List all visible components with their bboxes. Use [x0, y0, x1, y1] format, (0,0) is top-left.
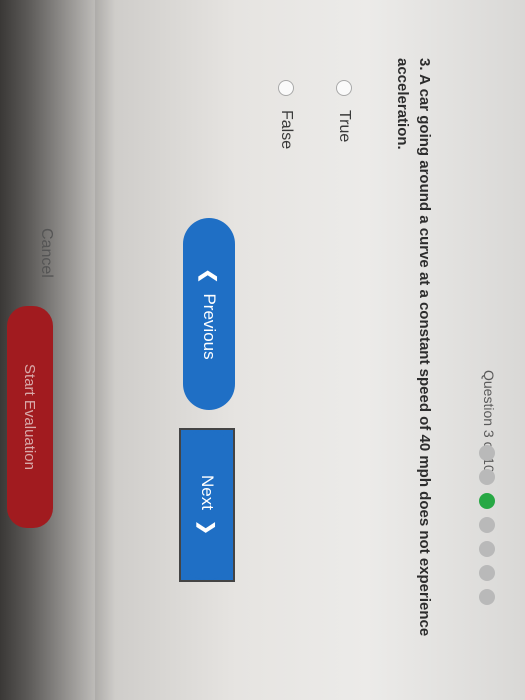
next-label: Next — [198, 474, 217, 510]
progress-dot — [479, 517, 495, 533]
option-true[interactable]: True — [335, 80, 353, 142]
quiz-header: Question 3 of 10 — [455, 0, 525, 700]
progress-dot — [479, 565, 495, 581]
photo-stage: Question 3 of 10 3. A car going around a… — [0, 0, 525, 700]
chevron-left-icon: ❮ — [199, 268, 220, 284]
progress-dot — [479, 445, 495, 461]
radio-button[interactable] — [336, 80, 352, 96]
option-label: False — [278, 110, 295, 150]
next-button-inner[interactable]: Next ❯ — [181, 430, 233, 580]
option-false[interactable]: False — [277, 80, 295, 149]
question-text: 3. A car going around a curve at a const… — [394, 58, 433, 637]
chevron-right-icon: ❯ — [197, 519, 218, 536]
progress-dot-current — [479, 493, 495, 509]
next-button[interactable]: Next ❯ — [180, 424, 234, 586]
radio-button[interactable] — [278, 80, 294, 96]
previous-label: Previous — [200, 293, 219, 360]
option-label: True — [336, 110, 353, 143]
progress-dot — [479, 541, 495, 557]
cancel-button[interactable]: Cancel — [37, 228, 55, 278]
progress-dot — [479, 589, 495, 605]
progress-dot — [479, 469, 495, 485]
quiz-screen: Question 3 of 10 3. A car going around a… — [0, 0, 525, 700]
start-evaluation-button[interactable]: Start Evaluation — [7, 306, 53, 528]
previous-button[interactable]: ❮ Previous — [183, 218, 235, 410]
progress-dots — [479, 445, 495, 605]
